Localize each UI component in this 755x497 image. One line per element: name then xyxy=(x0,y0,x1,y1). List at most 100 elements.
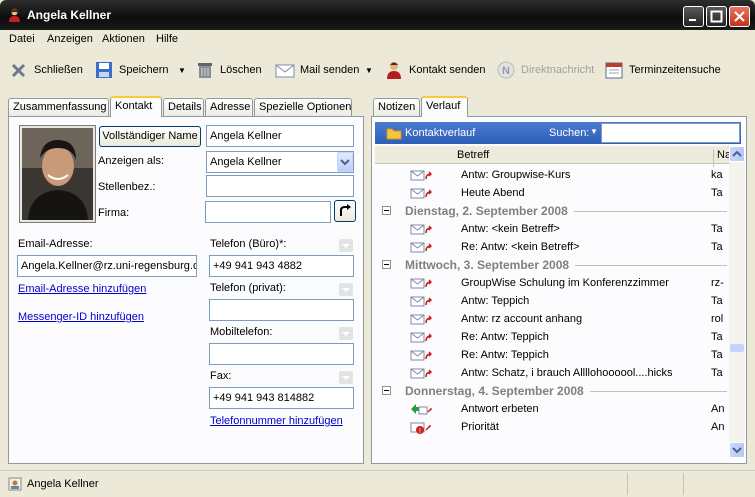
calendar-icon xyxy=(605,62,623,79)
scroll-thumb[interactable] xyxy=(730,344,744,352)
collapse-icon[interactable] xyxy=(382,386,391,395)
toolbar: Schließen Speichern ▼ Löschen Mail sende… xyxy=(0,52,755,88)
status-divider xyxy=(683,473,684,495)
tab-verlauf[interactable]: Verlauf xyxy=(421,96,468,117)
history-subject: Heute Abend xyxy=(461,187,525,199)
contact-pane: Zusammenfassung Kontakt Details Adresse … xyxy=(8,96,364,464)
scroll-up-button[interactable] xyxy=(729,146,745,162)
history-row[interactable]: Antw: Groupwise-Kurs ka xyxy=(375,166,727,184)
history-row[interactable]: Re: Antw: Teppich Ta xyxy=(375,328,727,346)
fax-field[interactable]: +49 941 943 814882 xyxy=(209,387,354,409)
collapse-icon[interactable] xyxy=(382,206,391,215)
group-date: Mittwoch, 3. September 2008 xyxy=(405,258,570,272)
history-subject: Priorität xyxy=(461,421,499,433)
send-contact-label: Kontakt senden xyxy=(409,64,486,76)
history-subject: Antw: Schatz, i brauch Allllohoooool....… xyxy=(461,367,673,379)
mail-reply-icon xyxy=(410,170,433,181)
company-link-button[interactable] xyxy=(334,200,356,222)
tab-adresse[interactable]: Adresse xyxy=(205,98,253,116)
close-button[interactable] xyxy=(729,6,750,27)
full-name-field[interactable]: Angela Kellner xyxy=(206,125,354,147)
delete-button[interactable]: Löschen xyxy=(195,58,262,82)
display-as-select[interactable]: Angela Kellner xyxy=(206,151,354,173)
history-row[interactable]: Heute Abend Ta xyxy=(375,184,727,202)
scroll-down-button[interactable] xyxy=(729,442,745,458)
history-group-header[interactable]: Donnerstag, 4. September 2008 xyxy=(375,382,727,400)
menu-anzeigen[interactable]: Anzeigen xyxy=(47,33,93,45)
history-row[interactable]: Re: Antw: Teppich Ta xyxy=(375,346,727,364)
group-divider xyxy=(573,211,727,212)
history-subject: GroupWise Schulung im Konferenzzimmer xyxy=(461,277,669,289)
phone-private-type-dropdown[interactable] xyxy=(339,283,353,296)
mail-reply-icon xyxy=(410,314,433,325)
save-button[interactable]: Speichern xyxy=(94,58,169,82)
minimize-button[interactable] xyxy=(683,6,704,27)
company-field[interactable] xyxy=(205,201,331,223)
priority-icon: ! xyxy=(410,422,431,435)
group-date: Dienstag, 2. September 2008 xyxy=(405,204,568,218)
phone-office-field[interactable]: +49 941 943 4882 xyxy=(209,255,354,277)
chevron-down-icon: ▼ xyxy=(365,65,373,75)
position-field[interactable] xyxy=(206,175,354,197)
window-title: Angela Kellner xyxy=(27,8,112,22)
email-label: Email-Adresse: xyxy=(18,238,93,250)
history-pane: Notizen Verlauf Kontaktverlauf Suchen: ▼… xyxy=(371,96,747,464)
send-contact-button[interactable]: Kontakt senden xyxy=(384,58,485,82)
history-name: An xyxy=(711,421,725,433)
mobile-field[interactable] xyxy=(209,343,354,365)
search-label: Suchen: xyxy=(549,127,590,139)
send-mail-dropdown-button[interactable]: ▼ xyxy=(365,58,373,82)
history-row[interactable]: GroupWise Schulung im Konferenzzimmer rz- xyxy=(375,274,727,292)
add-email-link[interactable]: Email-Adresse hinzufügen xyxy=(18,283,146,295)
history-row[interactable]: Antw: Schatz, i brauch Allllohoooool....… xyxy=(375,364,727,382)
company-label: Firma: xyxy=(98,207,130,219)
display-as-label: Anzeigen als: xyxy=(98,155,165,167)
schedule-search-button[interactable]: Terminzeitensuche xyxy=(604,58,721,82)
add-messenger-link[interactable]: Messenger-ID hinzufügen xyxy=(18,311,144,323)
save-disk-icon xyxy=(96,62,112,78)
history-name: Ta xyxy=(711,331,723,343)
history-row[interactable]: ! Priorität An xyxy=(375,418,727,436)
history-row[interactable]: Antw: <kein Betreff> Ta xyxy=(375,220,727,238)
menu-bar: Datei Anzeigen Aktionen Hilfe xyxy=(0,30,755,50)
fax-type-dropdown[interactable] xyxy=(339,371,353,384)
tab-spezielle-optionen[interactable]: Spezielle Optionen xyxy=(254,98,352,116)
tab-zusammenfassung[interactable]: Zusammenfassung xyxy=(8,98,109,116)
history-group-header[interactable]: Dienstag, 2. September 2008 xyxy=(375,202,727,220)
tab-details[interactable]: Details xyxy=(163,98,204,116)
messenger-n-icon: N xyxy=(497,61,515,79)
send-mail-button[interactable]: Mail senden xyxy=(275,58,359,82)
history-row[interactable]: Antw: rz account anhang rol xyxy=(375,310,727,328)
phone-office-type-dropdown[interactable] xyxy=(339,239,353,252)
contact-photo[interactable] xyxy=(19,125,96,223)
tab-notizen[interactable]: Notizen xyxy=(373,98,420,116)
envelope-icon xyxy=(275,64,295,78)
close-icon xyxy=(734,11,745,22)
menu-datei[interactable]: Datei xyxy=(9,33,35,45)
menu-aktionen[interactable]: Aktionen xyxy=(102,33,145,45)
history-row[interactable]: Antw: Teppich Ta xyxy=(375,292,727,310)
history-name: rz- xyxy=(711,277,724,289)
history-scrollbar[interactable] xyxy=(729,146,745,458)
add-phone-link[interactable]: Telefonnummer hinzufügen xyxy=(210,415,343,427)
save-label: Speichern xyxy=(119,64,169,76)
save-dropdown-button[interactable]: ▼ xyxy=(178,58,186,82)
close-contact-button[interactable]: Schließen xyxy=(9,58,83,82)
column-subject[interactable]: Betreff xyxy=(457,149,489,161)
search-options-dropdown[interactable]: ▼ xyxy=(590,127,598,136)
direct-message-button[interactable]: N Direktnachricht xyxy=(496,58,594,82)
full-name-button[interactable]: Vollständiger Name xyxy=(99,126,201,147)
history-row[interactable]: Re: Antw: <kein Betreff> Ta xyxy=(375,238,727,256)
history-group-header[interactable]: Mittwoch, 3. September 2008 xyxy=(375,256,727,274)
mobile-type-dropdown[interactable] xyxy=(339,327,353,340)
email-field[interactable]: Angela.Kellner@rz.uni-regensburg.d xyxy=(17,255,197,277)
maximize-button[interactable] xyxy=(706,6,727,27)
collapse-icon[interactable] xyxy=(382,260,391,269)
history-name: Ta xyxy=(711,187,723,199)
search-input[interactable] xyxy=(601,123,740,143)
display-as-dropdown[interactable] xyxy=(337,152,353,172)
history-row[interactable]: Antwort erbeten An xyxy=(375,400,727,418)
menu-hilfe[interactable]: Hilfe xyxy=(156,33,178,45)
tab-kontakt[interactable]: Kontakt xyxy=(110,96,162,117)
phone-private-field[interactable] xyxy=(209,299,354,321)
